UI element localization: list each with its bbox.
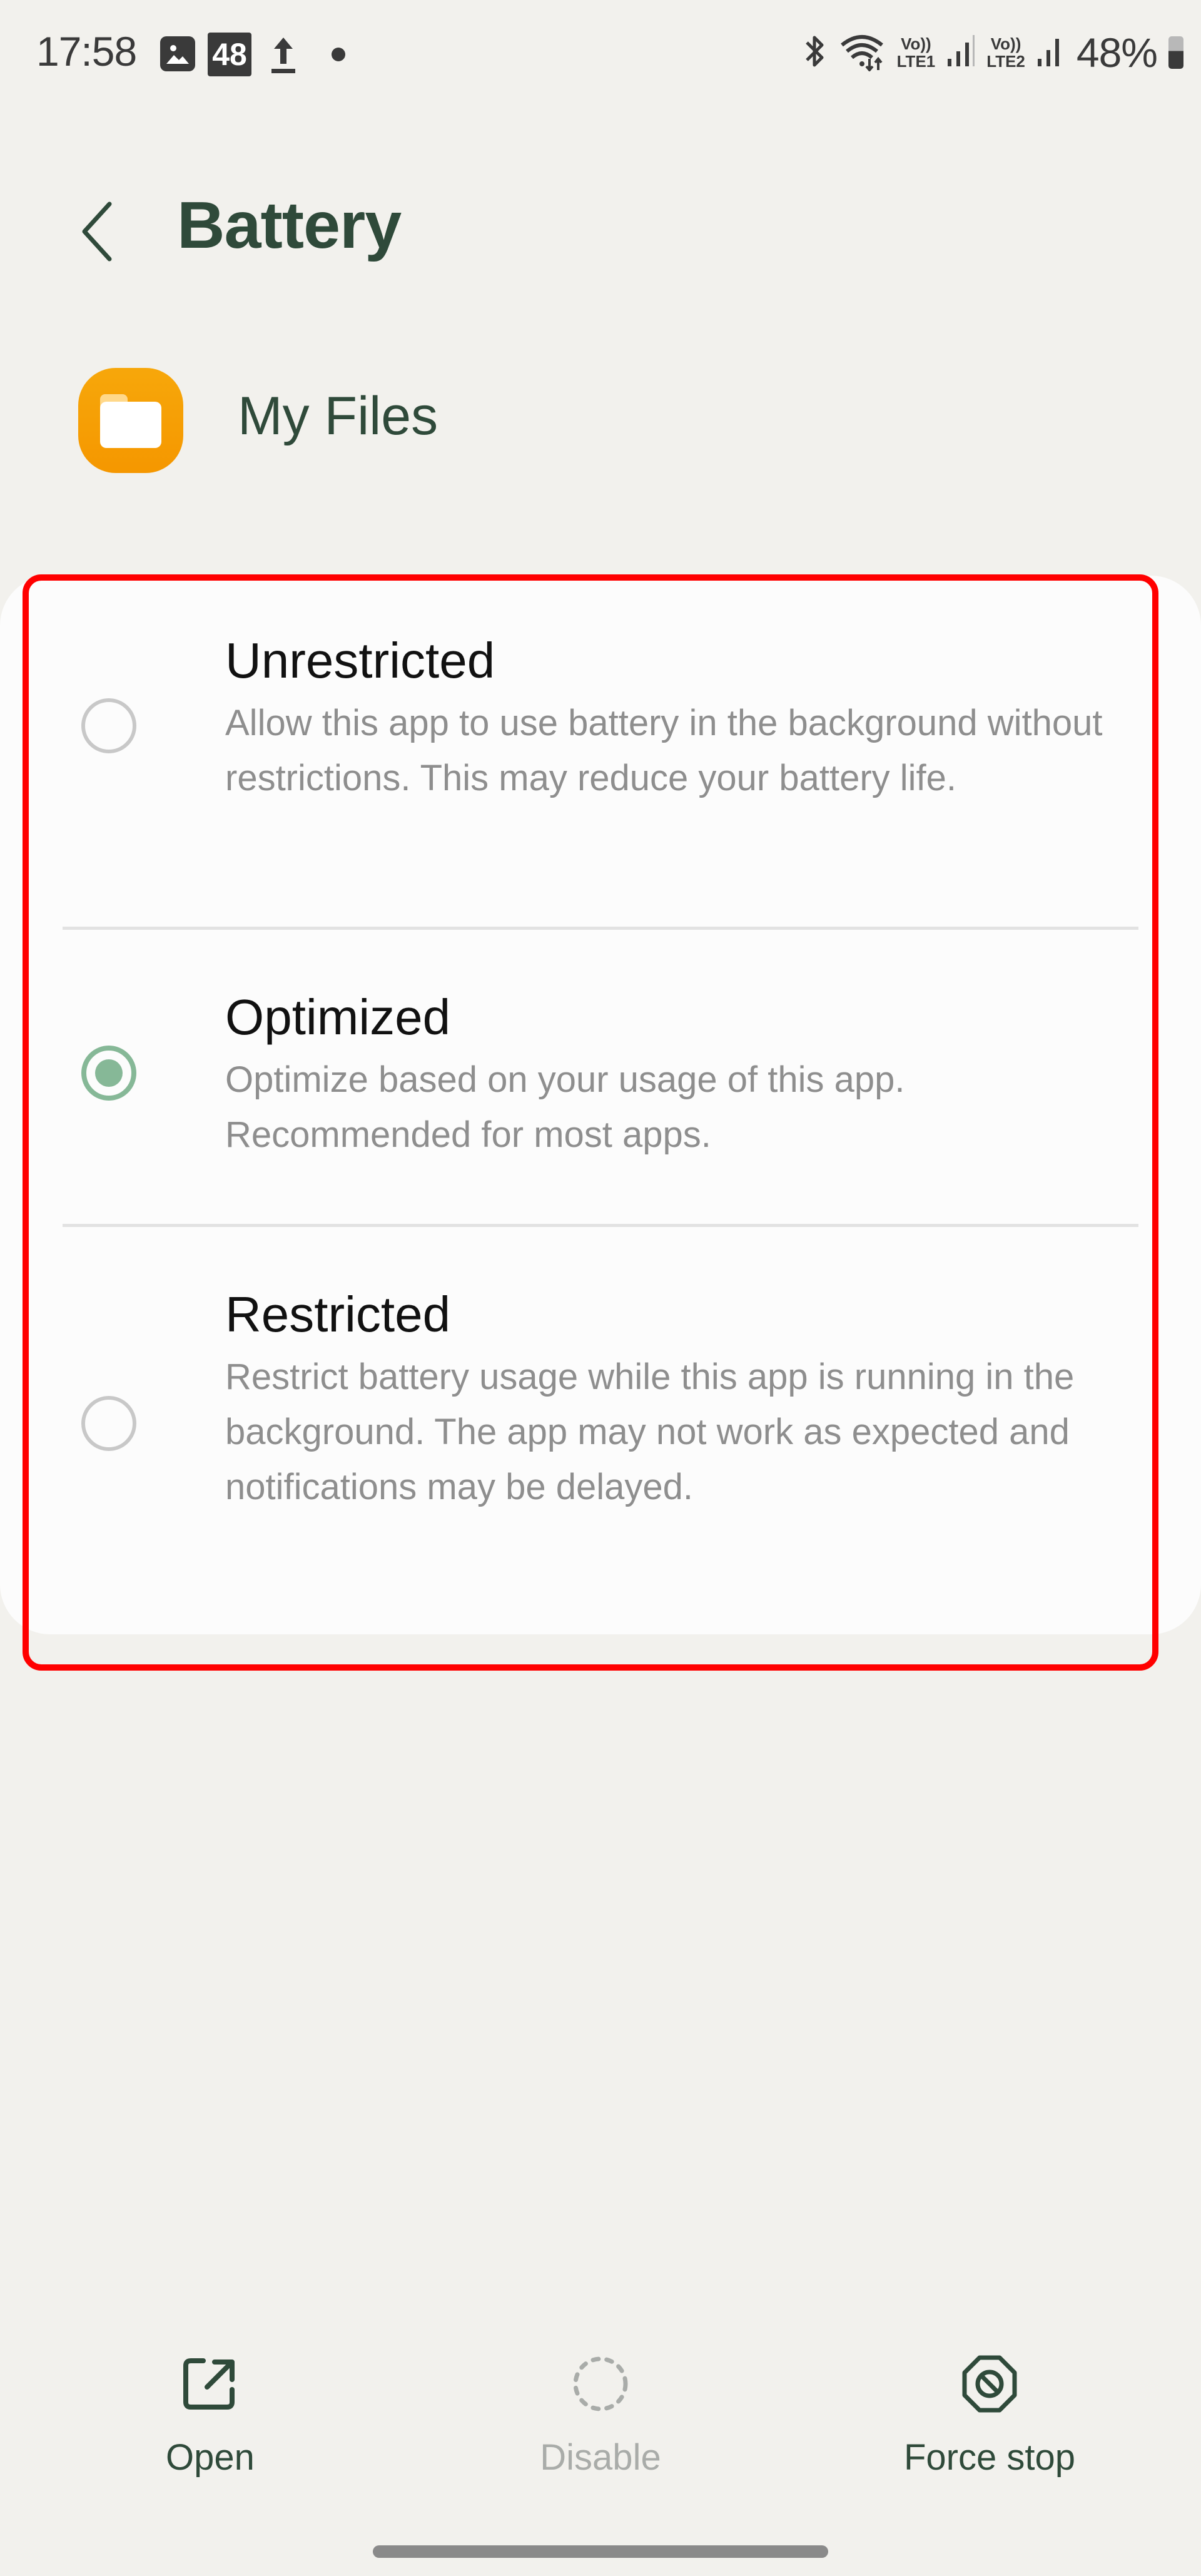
- upload-icon: [268, 34, 299, 75]
- gallery-icon: [160, 36, 195, 71]
- option-optimized[interactable]: Optimized Optimize based on your usage o…: [0, 930, 1201, 1224]
- sim1-lte-indicator: Vo)) LTE1: [896, 34, 936, 71]
- option-unrestricted[interactable]: Unrestricted Allow this app to use batte…: [0, 601, 1201, 926]
- wifi-icon: [838, 31, 886, 74]
- option-restricted[interactable]: Restricted Restrict battery usage while …: [0, 1227, 1201, 1627]
- page-title: Battery: [177, 188, 402, 262]
- home-gesture-bar[interactable]: [373, 2545, 828, 2558]
- force-stop-button[interactable]: Force stop: [877, 2353, 1102, 2490]
- status-bar: 17:58 48 Vo)) LTE1 Vo)) LTE2 48%: [0, 0, 1201, 106]
- option-description: Optimize based on your usage of this app…: [225, 1059, 905, 1155]
- open-button[interactable]: Open: [98, 2353, 323, 2490]
- status-time: 17:58: [36, 28, 137, 74]
- force-stop-icon: [958, 2353, 1021, 2415]
- bluetooth-icon: [802, 33, 827, 73]
- option-description: Restrict battery usage while this app is…: [225, 1357, 1075, 1507]
- sim2-lte-indicator: Vo)) LTE2: [986, 34, 1025, 71]
- option-title: Unrestricted: [225, 633, 495, 688]
- back-button[interactable]: [69, 194, 125, 269]
- option-title: Restricted: [225, 1286, 451, 1342]
- battery-percent: 48%: [1076, 29, 1158, 76]
- disable-button[interactable]: Disable: [488, 2353, 713, 2490]
- open-external-icon: [179, 2353, 241, 2415]
- chevron-left-icon: [82, 201, 112, 262]
- app-name: My Files: [238, 386, 438, 446]
- radio-unrestricted[interactable]: [81, 698, 136, 753]
- signal-sim1-icon: [946, 34, 975, 72]
- radio-restricted[interactable]: [81, 1396, 136, 1451]
- notification-dot-icon: [332, 48, 345, 61]
- force-stop-label: Force stop: [904, 2437, 1075, 2478]
- badge-48-icon: 48: [208, 33, 251, 76]
- battery-icon: [1168, 36, 1183, 69]
- option-description: Allow this app to use battery in the bac…: [225, 703, 1103, 798]
- folder-icon: [100, 394, 161, 448]
- open-label: Open: [166, 2437, 255, 2478]
- my-files-app-icon: [78, 368, 183, 473]
- disable-label: Disable: [540, 2437, 661, 2478]
- radio-optimized-selected[interactable]: [81, 1046, 136, 1101]
- status-right-group: Vo)) LTE1 Vo)) LTE2 48%: [802, 28, 1183, 78]
- option-title: Optimized: [225, 989, 451, 1045]
- signal-sim2-icon: [1036, 34, 1065, 72]
- disable-dashed-circle-icon: [569, 2353, 632, 2415]
